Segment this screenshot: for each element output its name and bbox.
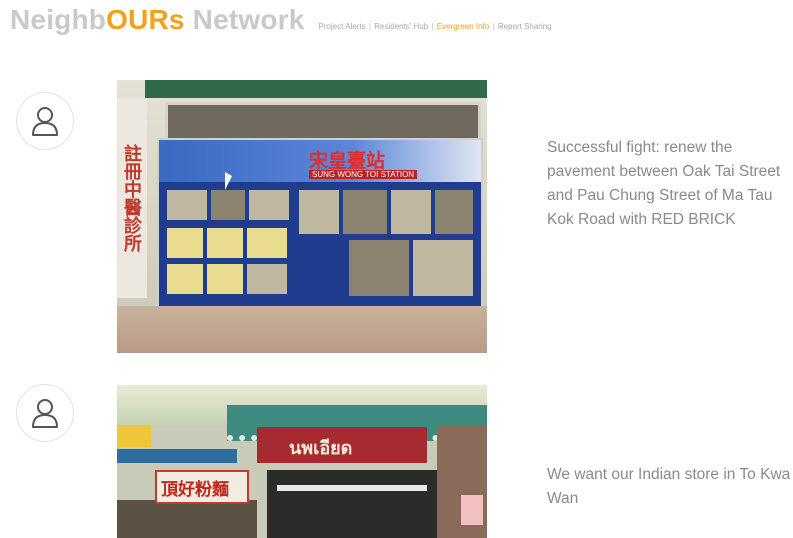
nav-separator: | <box>431 22 434 31</box>
nav-separator: | <box>492 22 495 31</box>
nav-separator: | <box>368 22 371 31</box>
cursor-icon <box>225 172 232 190</box>
brand-logo[interactable]: NeighbOURs Network <box>10 4 305 36</box>
brand-part1: Neighb <box>10 4 107 35</box>
station-notice-board: 宋皇臺站 SUNG WONG TOI STATION <box>157 138 483 308</box>
nav-evergreen-info[interactable]: Evergreen Info <box>437 22 489 31</box>
post-caption: We want our Indian store in To Kwa Wan <box>547 466 791 507</box>
nav-report-sharing[interactable]: Report Sharing <box>498 22 552 31</box>
store-red-sign-text: นพเอียด <box>289 438 353 458</box>
clinic-vertical-sign: 註冊中醫診所 <box>117 98 147 298</box>
user-icon <box>32 399 58 428</box>
nav-project-alerts[interactable]: Project Alerts <box>319 22 366 31</box>
post-photo-station-board[interactable]: 註冊中醫診所 宋皇臺站 SUNG WONG TOI STATION <box>117 80 487 353</box>
post-caption: Successful fight: renew the pavement bet… <box>547 139 781 228</box>
brand-accent: OURs <box>106 4 185 35</box>
brand-part2: Network <box>184 4 305 35</box>
top-nav: Project Alerts | Residents' Hub | Evergr… <box>319 22 552 31</box>
noodle-shop-sign: 頂好粉麵 <box>155 470 249 504</box>
nav-residents-hub[interactable]: Residents' Hub <box>374 22 428 31</box>
avatar[interactable] <box>16 384 74 442</box>
board-subtitle: SUNG WONG TOI STATION <box>309 170 418 179</box>
store-red-sign: นพเอียด <box>257 427 427 463</box>
post-photo-indian-store[interactable]: นพเอียด 頂好粉麵 <box>117 385 487 538</box>
board-title: 宋皇臺站 <box>309 151 386 172</box>
noodle-shop-sign-text: 頂好粉麵 <box>161 480 229 499</box>
site-header: NeighbOURs Network Project Alerts | Resi… <box>10 4 552 44</box>
avatar[interactable] <box>16 92 74 150</box>
user-icon <box>32 107 58 136</box>
